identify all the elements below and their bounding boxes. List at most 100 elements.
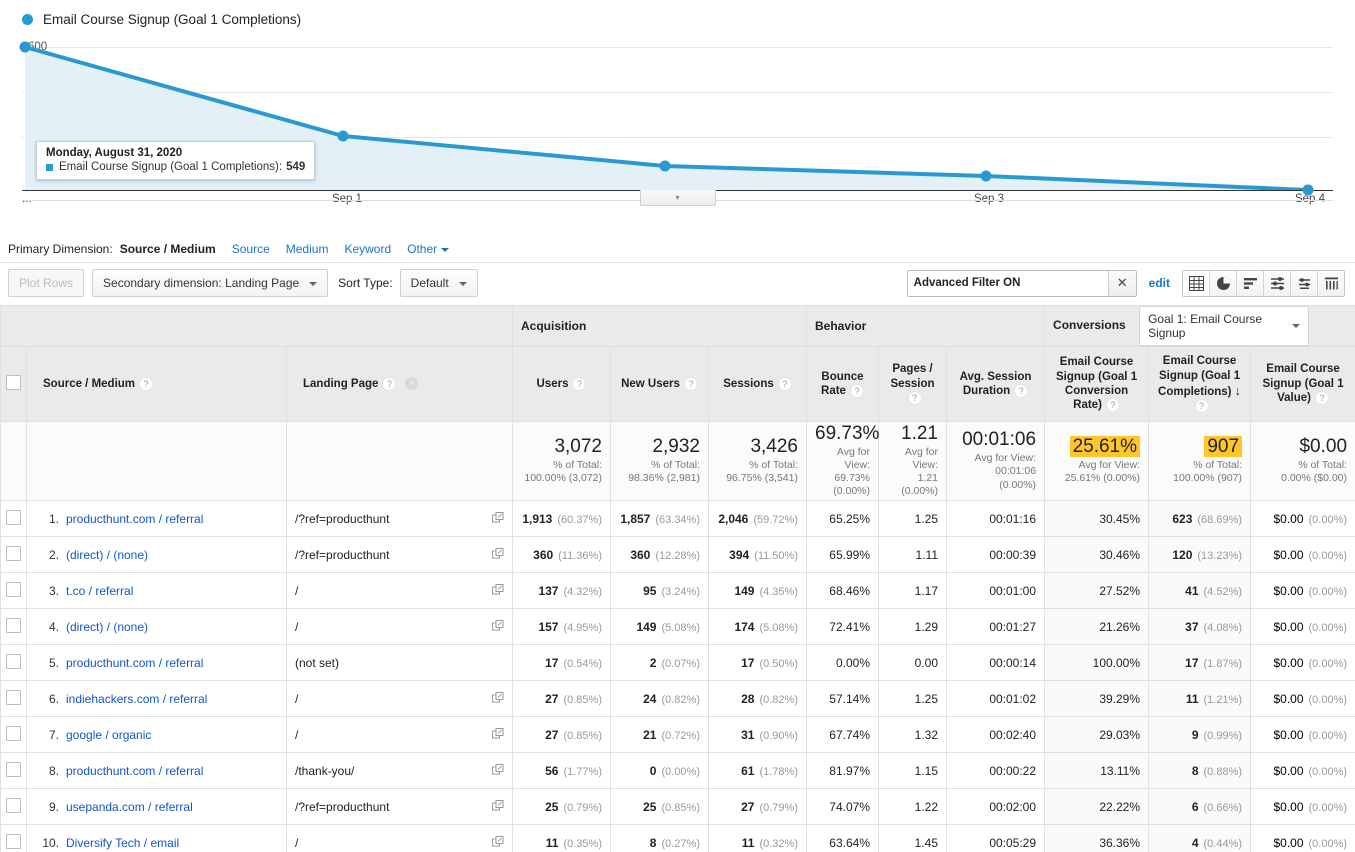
- row-checkbox[interactable]: [6, 545, 21, 561]
- row-new-users-value: 149: [636, 619, 657, 634]
- column-header-users[interactable]: Users?: [512, 346, 611, 422]
- open-in-new-window-icon[interactable]: [492, 583, 504, 598]
- open-in-new-window-icon[interactable]: [492, 763, 504, 778]
- row-select-cell: [0, 644, 27, 681]
- row-users: 157 (4.95%): [512, 608, 611, 645]
- help-icon[interactable]: ?: [1014, 383, 1029, 398]
- open-in-new-window-icon[interactable]: [492, 727, 504, 742]
- pivot-view-icon[interactable]: [1318, 270, 1344, 296]
- pie-chart-view-icon[interactable]: [1210, 270, 1237, 296]
- help-icon[interactable]: ?: [777, 376, 792, 391]
- primary-dimension-other[interactable]: Other: [407, 242, 450, 256]
- row-goal-value-pct: (0.00%): [1308, 729, 1348, 742]
- column-header-source-medium[interactable]: Source / Medium?: [26, 346, 287, 422]
- table-row: 6. indiehackers.com / referral/27 (0.85%) 2…: [0, 680, 1355, 717]
- row-checkbox[interactable]: [6, 833, 21, 849]
- source-medium-link[interactable]: (direct) / (none): [66, 620, 148, 634]
- row-index: 9.: [48, 799, 59, 814]
- source-medium-link[interactable]: (direct) / (none): [66, 548, 148, 562]
- row-goal-conversion-rate: 22.22%: [1044, 788, 1150, 825]
- open-in-new-window-icon[interactable]: [492, 835, 504, 850]
- help-icon[interactable]: ?: [572, 376, 587, 391]
- primary-dimension-source[interactable]: Source: [232, 242, 270, 256]
- open-in-new-window-icon[interactable]: [492, 619, 504, 634]
- row-users-value: 27: [545, 691, 559, 706]
- column-header-goal-completions[interactable]: Email Course Signup (Goal 1 Completions)…: [1148, 346, 1252, 422]
- source-medium-link[interactable]: usepanda.com / referral: [66, 800, 193, 814]
- row-checkbox[interactable]: [6, 617, 21, 633]
- chart-point-sep1[interactable]: [337, 130, 349, 142]
- primary-dimension-keyword[interactable]: Keyword: [344, 242, 391, 256]
- landing-page-text: /?ref=producthunt: [295, 799, 390, 814]
- row-checkbox[interactable]: [6, 689, 21, 705]
- help-icon[interactable]: ?: [1314, 391, 1329, 406]
- open-in-new-window-icon[interactable]: [492, 799, 504, 814]
- help-icon[interactable]: ?: [683, 376, 698, 391]
- source-medium-link[interactable]: t.co / referral: [66, 584, 133, 598]
- chart-date-range-handle[interactable]: ▾: [639, 190, 716, 206]
- row-checkbox[interactable]: [6, 509, 21, 525]
- column-header-goal-value[interactable]: Email Course Signup (Goal 1 Value)?: [1250, 346, 1355, 422]
- help-icon[interactable]: ?: [1105, 398, 1120, 413]
- tooltip-series-label: Email Course Signup (Goal 1 Completions)…: [59, 161, 283, 173]
- row-goal-value-value: $0.00: [1273, 583, 1304, 598]
- column-header-landing-page[interactable]: Landing Page? ✕: [286, 346, 513, 422]
- tooltip-date: Monday, August 31, 2020: [46, 147, 183, 159]
- group-header-blank: [0, 305, 513, 347]
- clear-search-icon[interactable]: ✕: [1107, 270, 1136, 296]
- row-goal-value-value: $0.00: [1273, 835, 1304, 850]
- chart-point-aug31[interactable]: [19, 41, 31, 53]
- row-goal-completions: 41 (4.52%): [1148, 572, 1252, 609]
- source-medium-link[interactable]: Diversify Tech / email: [66, 836, 179, 850]
- primary-dimension-source-medium[interactable]: Source / Medium: [120, 242, 216, 256]
- help-icon[interactable]: ?: [1194, 399, 1209, 414]
- source-medium-link[interactable]: producthunt.com / referral: [66, 656, 203, 670]
- chart-point-sep3[interactable]: [980, 170, 992, 182]
- plot-rows-button[interactable]: Plot Rows: [8, 269, 85, 297]
- source-medium-link[interactable]: google / organic: [66, 728, 151, 742]
- row-checkbox[interactable]: [6, 653, 21, 669]
- source-medium-link[interactable]: indiehackers.com / referral: [66, 692, 207, 706]
- select-all-checkbox[interactable]: [6, 375, 21, 390]
- search-input[interactable]: [907, 270, 1108, 296]
- open-in-new-window-icon[interactable]: [492, 691, 504, 706]
- row-checkbox[interactable]: [6, 725, 21, 741]
- source-medium-link[interactable]: producthunt.com / referral: [66, 512, 203, 526]
- open-in-new-window-icon[interactable]: [492, 511, 504, 526]
- goal-select[interactable]: Goal 1: Email Course Signup: [1139, 306, 1310, 346]
- term-cloud-view-icon[interactable]: [1291, 270, 1318, 296]
- row-new-users-value: 1,857: [620, 511, 651, 526]
- help-icon[interactable]: ?: [382, 376, 397, 391]
- column-header-avg-session-duration[interactable]: Avg. Session Duration?: [945, 346, 1046, 422]
- column-header-bounce-rate[interactable]: Bounce Rate?: [806, 346, 879, 422]
- help-icon[interactable]: ?: [849, 383, 864, 398]
- row-pages-session: 1.17: [878, 572, 947, 609]
- source-medium-link[interactable]: producthunt.com / referral: [66, 764, 203, 778]
- summary-completions: 907 % of Total: 100.00% (907): [1148, 421, 1252, 501]
- remove-secondary-dimension-icon[interactable]: ✕: [405, 377, 419, 391]
- row-users: 17 (0.54%): [512, 644, 611, 681]
- column-header-goal-conversion-rate[interactable]: Email Course Signup (Goal 1 Conversion R…: [1044, 346, 1150, 422]
- xtick-sep-3: Sep 3: [973, 193, 1005, 205]
- chart-point-sep2[interactable]: [659, 160, 671, 172]
- open-in-new-window-icon[interactable]: [492, 547, 504, 562]
- column-header-pages-session[interactable]: Pages / Session?: [878, 346, 947, 422]
- row-new-users: 360 (12.28%): [610, 536, 709, 573]
- help-icon[interactable]: ?: [907, 391, 922, 406]
- sort-type-button[interactable]: Default: [399, 269, 478, 297]
- row-goal-value: $0.00 (0.00%): [1250, 716, 1355, 753]
- row-checkbox[interactable]: [6, 761, 21, 777]
- row-source-medium: 3. t.co / referral: [26, 572, 287, 609]
- secondary-dimension-button[interactable]: Secondary dimension: Landing Page: [92, 269, 329, 297]
- row-new-users-value: 24: [643, 691, 657, 706]
- help-icon[interactable]: ?: [139, 376, 154, 391]
- comparison-view-icon[interactable]: [1264, 270, 1291, 296]
- primary-dimension-medium[interactable]: Medium: [286, 242, 329, 256]
- column-header-new-users[interactable]: New Users?: [610, 346, 709, 422]
- row-checkbox[interactable]: [6, 797, 21, 813]
- row-checkbox[interactable]: [6, 581, 21, 597]
- table-view-icon[interactable]: [1183, 270, 1210, 296]
- edit-filter-link[interactable]: edit: [1149, 276, 1170, 290]
- column-header-sessions[interactable]: Sessions?: [708, 346, 807, 422]
- performance-bar-view-icon[interactable]: [1237, 270, 1264, 296]
